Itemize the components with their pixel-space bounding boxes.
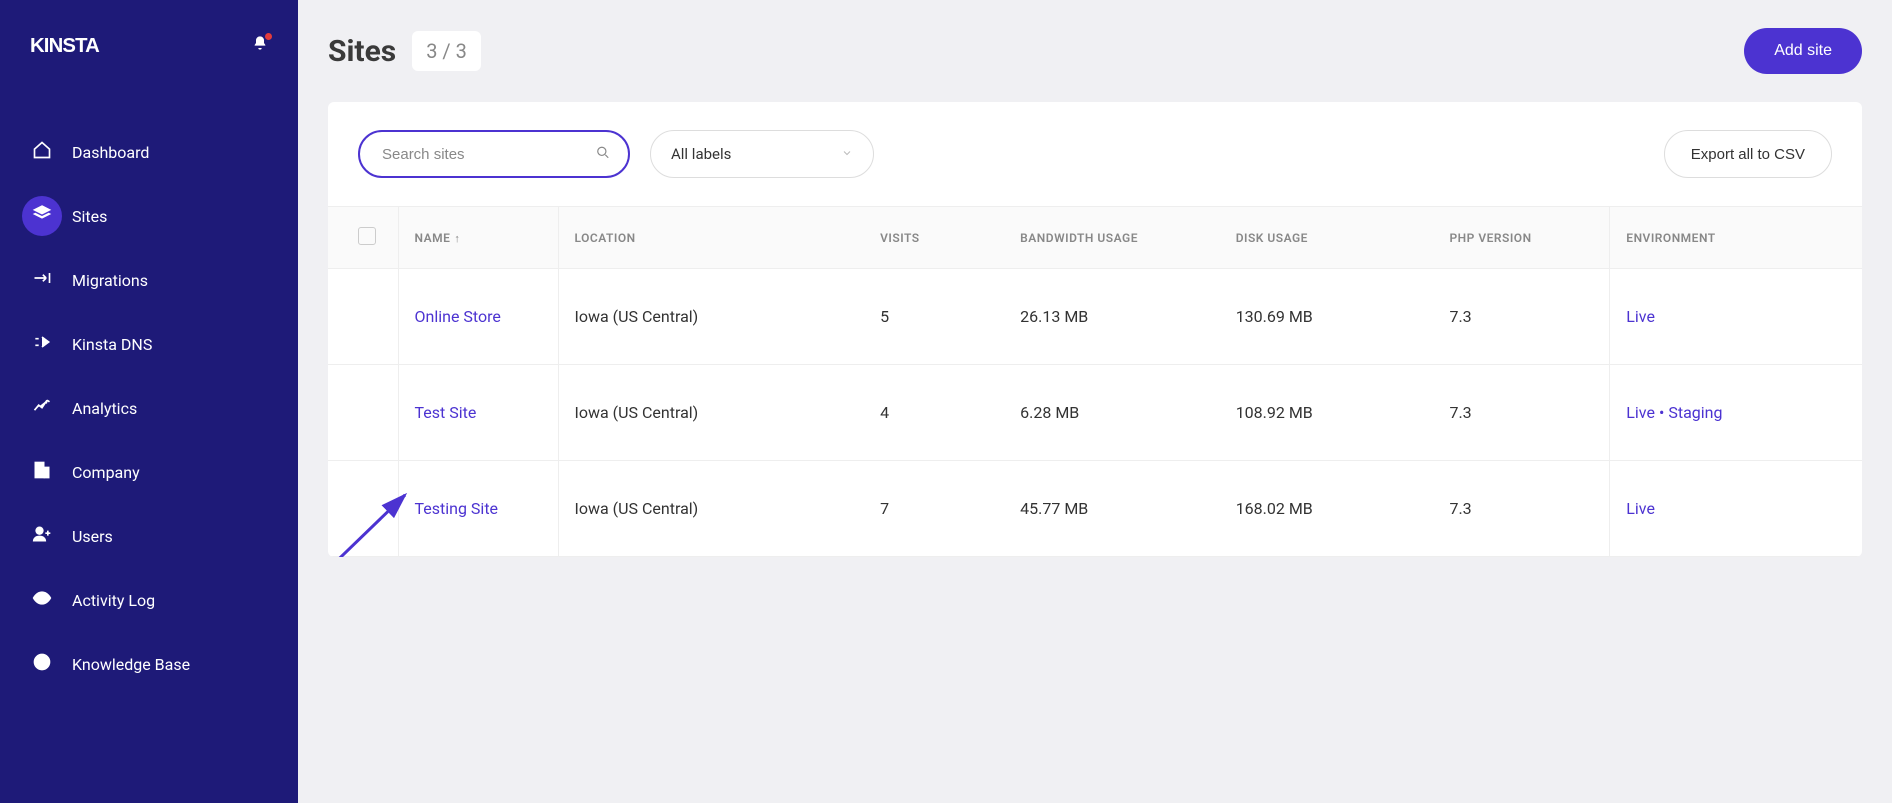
help-icon [32,652,52,676]
sidebar-item-company[interactable]: Company [0,440,298,504]
env-link[interactable]: Live [1626,307,1655,326]
notification-dot [265,33,272,40]
brand-logo: KINSTA [30,30,140,60]
layers-icon [32,204,52,228]
column-env: ENVIRONMENT [1626,231,1715,245]
table-row: Online Store Iowa (US Central)526.13 MB13… [328,269,1862,365]
site-name-link[interactable]: Online Store [415,307,501,326]
chevron-down-icon [841,145,853,163]
sidebar-item-label: Activity Log [72,591,155,610]
cell-env: Live [1610,269,1862,365]
site-name-link[interactable]: Test Site [415,403,477,422]
sidebar-item-label: Migrations [72,271,148,290]
cell-php: 7.3 [1433,461,1609,557]
home-icon [32,140,52,164]
column-bandwidth: BANDWIDTH USAGE [1020,231,1138,245]
cell-location: Iowa (US Central) [558,365,864,461]
env-link[interactable]: Live [1626,403,1655,422]
table-row: Test Site Iowa (US Central)46.28 MB108.92… [328,365,1862,461]
cell-disk: 168.02 MB [1220,461,1434,557]
cell-bandwidth: 26.13 MB [1004,269,1220,365]
sidebar-item-label: Dashboard [72,143,149,162]
sites-card: All labels Export all to CSV NAME↑ LOCAT… [328,102,1862,557]
labels-select[interactable]: All labels [650,130,874,178]
sidebar-nav: Dashboard Sites Migrations Kinsta DNS An… [0,90,298,696]
env-link[interactable]: Live [1626,499,1655,518]
column-location: LOCATION [575,231,636,245]
building-icon [32,460,52,484]
main-content: Sites 3 / 3 Add site All labels [298,0,1892,803]
site-count-badge: 3 / 3 [412,31,481,71]
search-input[interactable] [358,130,630,178]
cell-bandwidth: 6.28 MB [1004,365,1220,461]
migrate-icon [32,268,52,292]
sidebar-item-dns[interactable]: Kinsta DNS [0,312,298,376]
labels-select-value: All labels [671,145,731,163]
column-name[interactable]: NAME [415,231,451,245]
site-name-link[interactable]: Testing Site [415,499,499,518]
sidebar-item-dashboard[interactable]: Dashboard [0,120,298,184]
export-csv-button[interactable]: Export all to CSV [1664,130,1832,178]
cell-disk: 130.69 MB [1220,269,1434,365]
cell-visits: 5 [864,269,1004,365]
svg-text:KINSTA: KINSTA [30,35,100,57]
sidebar-item-sites[interactable]: Sites [0,184,298,248]
users-icon [32,524,52,548]
sidebar-item-label: Sites [72,207,107,226]
sidebar-item-analytics[interactable]: Analytics [0,376,298,440]
add-site-button[interactable]: Add site [1744,28,1862,74]
dns-icon [32,332,52,356]
cell-php: 7.3 [1433,365,1609,461]
column-visits: VISITS [880,231,919,245]
sidebar-item-label: Users [72,527,113,546]
sort-asc-icon: ↑ [454,232,460,245]
page-title: Sites [328,34,396,69]
cell-bandwidth: 45.77 MB [1004,461,1220,557]
sidebar-item-label: Kinsta DNS [72,335,152,354]
cell-visits: 7 [864,461,1004,557]
sidebar-item-label: Company [72,463,140,482]
select-all-checkbox[interactable] [358,227,376,245]
sidebar-item-migrations[interactable]: Migrations [0,248,298,312]
analytics-icon [32,396,52,420]
cell-location: Iowa (US Central) [558,461,864,557]
sidebar-item-label: Knowledge Base [72,655,190,674]
eye-icon [32,588,52,612]
sidebar-item-knowledge[interactable]: Knowledge Base [0,632,298,696]
cell-env: Live [1610,461,1862,557]
table-row: Testing Site Iowa (US Central)745.77 MB16… [328,461,1862,557]
cell-disk: 108.92 MB [1220,365,1434,461]
sidebar: KINSTA Dashboard Sites Migrations [0,0,298,803]
sidebar-item-activity[interactable]: Activity Log [0,568,298,632]
column-disk: DISK USAGE [1236,231,1308,245]
env-link[interactable]: Staging [1668,403,1722,422]
sites-table: NAME↑ LOCATION VISITS BANDWIDTH USAGE DI… [328,206,1862,557]
sidebar-item-label: Analytics [72,399,137,418]
column-php: PHP VERSION [1449,231,1531,245]
cell-visits: 4 [864,365,1004,461]
cell-env: Live•Staging [1610,365,1862,461]
search-icon [596,145,610,164]
notifications-bell-icon[interactable] [252,35,268,55]
cell-php: 7.3 [1433,269,1609,365]
sidebar-item-users[interactable]: Users [0,504,298,568]
cell-location: Iowa (US Central) [558,269,864,365]
